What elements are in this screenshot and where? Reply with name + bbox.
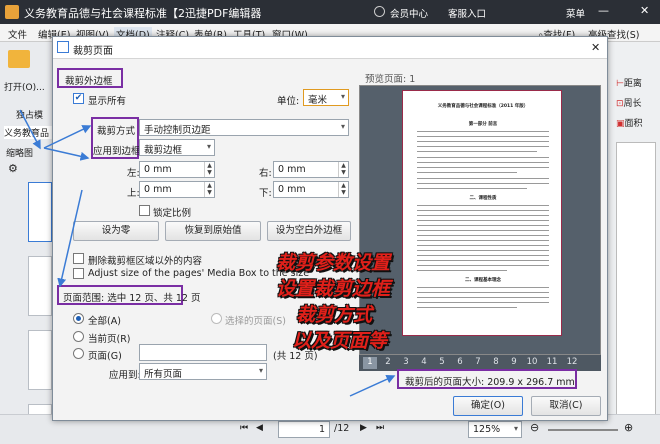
annotation-arrows	[19, 109, 396, 397]
overlay-line-4: 以及页面等	[292, 330, 388, 352]
overlay-line-2: 设置裁剪边框	[276, 278, 391, 300]
overlay-line-1: 裁剪参数设置	[276, 252, 391, 274]
overlay-line-3: 裁剪方式	[296, 304, 373, 326]
